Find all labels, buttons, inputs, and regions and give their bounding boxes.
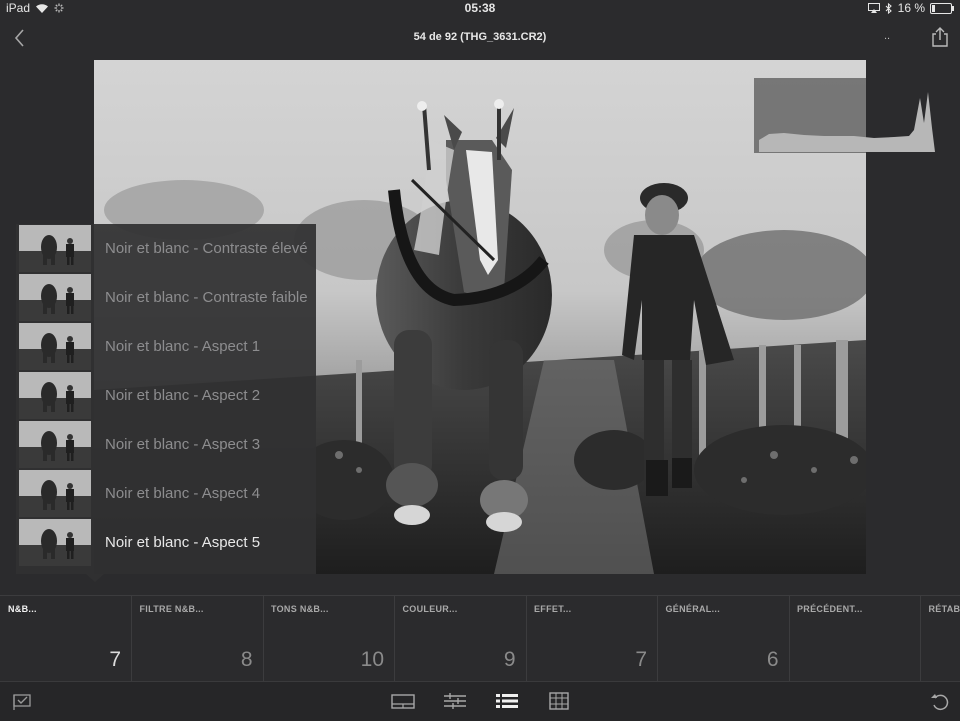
airplay-icon	[868, 3, 880, 13]
preset-item[interactable]: Noir et blanc - Aspect 4	[16, 469, 316, 518]
header: 54 de 92 (THG_3631.CR2) ..	[0, 18, 960, 58]
page-title: 54 de 92 (THG_3631.CR2)	[0, 31, 960, 43]
category-count: 8	[241, 648, 253, 672]
category-count: 9	[504, 648, 516, 672]
category-tab[interactable]: COULEUR... 9	[395, 596, 527, 681]
category-label: FILTRE N&B...	[140, 604, 204, 614]
preset-item[interactable]: Noir et blanc - Aspect 3	[16, 420, 316, 469]
category-label: GÉNÉRAL...	[666, 604, 721, 614]
preset-thumbnail	[19, 470, 91, 517]
category-label: TONS N&B...	[271, 604, 329, 614]
category-tab[interactable]: RÉTAB	[921, 596, 960, 681]
panel-pointer	[86, 574, 104, 582]
preset-label: Noir et blanc - Contraste élevé	[105, 240, 308, 257]
presets-panel: Noir et blanc - Contraste élevé Noir et b…	[16, 224, 316, 574]
histogram	[754, 78, 935, 153]
preset-label: Noir et blanc - Aspect 3	[105, 436, 260, 453]
category-tab[interactable]: PRÉCÉDENT...	[789, 596, 921, 681]
category-label: COULEUR...	[403, 604, 458, 614]
preset-label: Noir et blanc - Aspect 1	[105, 338, 260, 355]
preset-thumbnail	[19, 372, 91, 419]
preset-thumbnail	[19, 274, 91, 321]
category-count: 7	[635, 648, 647, 672]
preset-label: Noir et blanc - Aspect 5	[105, 534, 260, 551]
category-label: EFFET...	[534, 604, 571, 614]
more-options-button[interactable]: ..	[884, 30, 890, 42]
status-bar: iPad 05:38 16 %	[0, 0, 960, 16]
battery-icon	[930, 3, 952, 14]
clock: 05:38	[0, 1, 960, 15]
share-icon[interactable]	[930, 26, 950, 48]
category-label: PRÉCÉDENT...	[797, 604, 863, 614]
preset-item[interactable]: Noir et blanc - Contraste faible	[16, 273, 316, 322]
category-count: 7	[109, 648, 121, 672]
category-count: 10	[361, 648, 384, 672]
presets-list-icon[interactable]	[495, 690, 519, 712]
crop-icon[interactable]	[547, 690, 571, 712]
category-label: RÉTAB	[929, 604, 960, 614]
undo-icon[interactable]	[928, 690, 952, 712]
category-tab[interactable]: TONS N&B... 10	[263, 596, 395, 681]
adjust-sliders-icon[interactable]	[443, 690, 467, 712]
category-tab[interactable]: N&B... 7	[0, 596, 132, 681]
preset-categories: N&B... 7 FILTRE N&B... 8 TONS N&B... 10 COULEU…	[0, 595, 960, 681]
preset-label: Noir et blanc - Aspect 4	[105, 485, 260, 502]
preset-item[interactable]: Noir et blanc - Aspect 5	[16, 518, 316, 567]
preset-item[interactable]: Noir et blanc - Contraste élevé	[16, 224, 316, 273]
bluetooth-icon	[885, 3, 893, 14]
category-label: N&B...	[8, 604, 37, 614]
preset-label: Noir et blanc - Aspect 2	[105, 387, 260, 404]
category-tab[interactable]: EFFET... 7	[526, 596, 658, 681]
category-count: 6	[767, 648, 779, 672]
preset-thumbnail	[19, 421, 91, 468]
flag-icon[interactable]	[10, 690, 34, 712]
category-tab[interactable]: FILTRE N&B... 8	[132, 596, 264, 681]
preset-thumbnail	[19, 323, 91, 370]
category-tab[interactable]: GÉNÉRAL... 6	[658, 596, 790, 681]
filmstrip-icon[interactable]	[391, 690, 415, 712]
preset-item[interactable]: Noir et blanc - Aspect 2	[16, 371, 316, 420]
preset-item[interactable]: Noir et blanc - Aspect 1	[16, 322, 316, 371]
preset-label: Noir et blanc - Contraste faible	[105, 289, 308, 306]
preset-thumbnail	[19, 519, 91, 566]
battery-percent: 16 %	[898, 1, 925, 15]
preset-thumbnail	[19, 225, 91, 272]
bottom-toolbar	[0, 681, 960, 721]
